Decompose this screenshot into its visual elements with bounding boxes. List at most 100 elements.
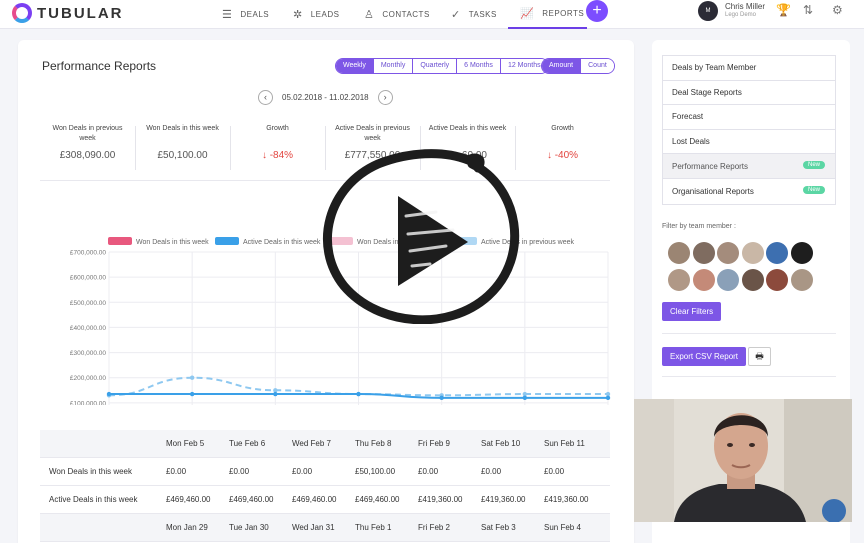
print-button[interactable]: 🖶 — [748, 347, 771, 366]
mode-count[interactable]: Count — [581, 59, 614, 73]
table-header-cell: Sat Feb 10 — [481, 439, 521, 448]
avatar[interactable] — [790, 269, 813, 291]
menu-organisational-reports[interactable]: Organisational Reports New — [663, 179, 835, 204]
play-video-icon[interactable] — [318, 146, 530, 324]
menu-deals-by-team-member[interactable]: Deals by Team Member — [663, 56, 835, 81]
avatar: M — [698, 1, 718, 21]
avatar[interactable] — [668, 269, 690, 291]
table-header-cell: Wed Jan 31 — [292, 523, 335, 532]
nav-leads[interactable]: ✲ LEADS — [293, 0, 339, 29]
table-cell: £0.00 — [229, 467, 250, 476]
data-point — [189, 375, 195, 380]
avatar[interactable] — [717, 269, 739, 291]
data-point — [605, 391, 611, 397]
logo-icon — [12, 3, 32, 23]
table-header-cell: Thu Feb 8 — [355, 439, 392, 448]
table-cell: £0.00 — [544, 467, 565, 476]
export-csv-button[interactable]: Export CSV Report — [662, 347, 747, 366]
filter-label: Filter by team member : — [662, 223, 736, 230]
prev-week-button[interactable]: ‹ — [258, 90, 273, 105]
table-header-cell: Sun Feb 4 — [544, 523, 581, 532]
stat-label: Won Deals in previous week — [52, 125, 123, 142]
add-button[interactable]: + — [586, 0, 608, 22]
period-6-months[interactable]: 6 Months — [457, 59, 501, 73]
presenter-video — [634, 399, 852, 522]
data-point — [439, 395, 444, 401]
team-member-filter — [668, 242, 828, 296]
y-tick-label: £400,000.00 — [70, 325, 107, 332]
data-point — [356, 391, 361, 397]
stat-value: £50,100.00 — [157, 150, 208, 161]
top-nav: TUBULAR ☰ DEALS ✲ LEADS ♙ CONTACTS ✓ TAS… — [0, 0, 864, 29]
user-company: Lego Demo — [725, 12, 757, 18]
y-tick-label: £100,000.00 — [70, 400, 107, 405]
next-week-button[interactable]: › — [377, 90, 393, 105]
nav-deals[interactable]: ☰ DEALS — [222, 0, 269, 29]
deals-icon: ☰ — [222, 9, 233, 21]
legend-label: Won Deals in this week — [136, 239, 209, 246]
mode-amount[interactable]: Amount — [542, 59, 582, 73]
table-cell: £469,460.00 — [292, 495, 337, 504]
divider — [662, 376, 836, 377]
nav-leads-label: LEADS — [310, 10, 340, 19]
table-cell: £50,100.00 — [355, 467, 396, 476]
table-header-cell: Mon Jan 29 — [166, 523, 208, 532]
nav-contacts-label: CONTACTS — [382, 10, 430, 19]
menu-item-label: Lost Deals — [672, 137, 710, 147]
avatar[interactable] — [668, 242, 690, 264]
period-quarterly[interactable]: Quarterly — [413, 59, 458, 73]
avatar[interactable] — [766, 242, 788, 264]
y-tick-label: £300,000.00 — [70, 350, 107, 357]
table-cell: £0.00 — [166, 467, 187, 476]
nav-tasks[interactable]: ✓ TASKS — [451, 0, 497, 29]
menu-item-label: Forecast — [672, 112, 704, 122]
data-point — [189, 391, 195, 397]
data-point — [273, 391, 278, 397]
avatar[interactable] — [692, 269, 715, 291]
menu-forecast[interactable]: Forecast — [663, 105, 835, 130]
nav-deals-label: DEALS — [240, 10, 270, 19]
menu-item-label: Organisational Reports — [672, 186, 754, 196]
data-point — [106, 391, 112, 397]
period-weekly[interactable]: Weekly — [336, 59, 374, 73]
nav-contacts[interactable]: ♙ CONTACTS — [364, 0, 430, 29]
avatar[interactable] — [741, 269, 764, 291]
webcam-overlay — [634, 399, 852, 522]
table-row: Won Deals in this week £0.00 £0.00 £0.00… — [40, 458, 610, 486]
avatar[interactable] — [717, 242, 739, 264]
data-point — [522, 391, 528, 397]
table-cell: £469,460.00 — [166, 495, 211, 504]
y-tick-label: £700,000.00 — [70, 250, 107, 257]
menu-item-label: Deal Stage Reports — [672, 87, 742, 97]
tasks-icon: ✓ — [451, 9, 461, 21]
user-menu[interactable]: M Chris Miller Lego Demo — [698, 0, 765, 22]
contacts-icon: ♙ — [364, 9, 375, 21]
menu-performance-reports[interactable]: Performance Reports New — [663, 154, 835, 179]
table-header-cell: Fri Feb 9 — [418, 439, 451, 448]
avatar[interactable] — [692, 242, 715, 264]
table-header-cell: Sat Feb 3 — [481, 523, 516, 532]
stat-won-growth: Growth ↓ -84% — [230, 124, 325, 172]
stat-value: £308,090.00 — [59, 150, 116, 161]
avatar[interactable] — [766, 269, 788, 291]
y-tick-label: £500,000.00 — [70, 300, 107, 307]
menu-lost-deals[interactable]: Lost Deals — [663, 130, 835, 155]
table-cell: £419,360.00 — [418, 495, 463, 504]
avatar[interactable] — [741, 242, 764, 264]
page-title: Performance Reports — [42, 59, 157, 73]
new-badge: New — [802, 185, 825, 194]
gear-icon[interactable]: ⚙ — [832, 3, 843, 17]
menu-deal-stage-reports[interactable]: Deal Stage Reports — [663, 81, 835, 106]
logo[interactable]: TUBULAR — [12, 2, 124, 24]
sort-icon[interactable]: ⇅ — [803, 3, 813, 17]
avatar[interactable] — [790, 242, 813, 264]
period-monthly[interactable]: Monthly — [373, 59, 414, 73]
menu-item-label: Performance Reports — [672, 161, 749, 171]
user-name: Chris Miller — [725, 2, 765, 11]
table-row: Active Deals in this week £469,460.00 £4… — [40, 486, 610, 514]
stat-won-this: Won Deals in this week £50,100.00 — [135, 124, 230, 172]
nav-reports[interactable]: 📈 REPORTS — [508, 0, 587, 29]
table-cell: £0.00 — [292, 467, 313, 476]
clear-filters-button[interactable]: Clear Filters — [662, 302, 722, 321]
trophy-icon[interactable]: 🏆 — [776, 3, 791, 17]
